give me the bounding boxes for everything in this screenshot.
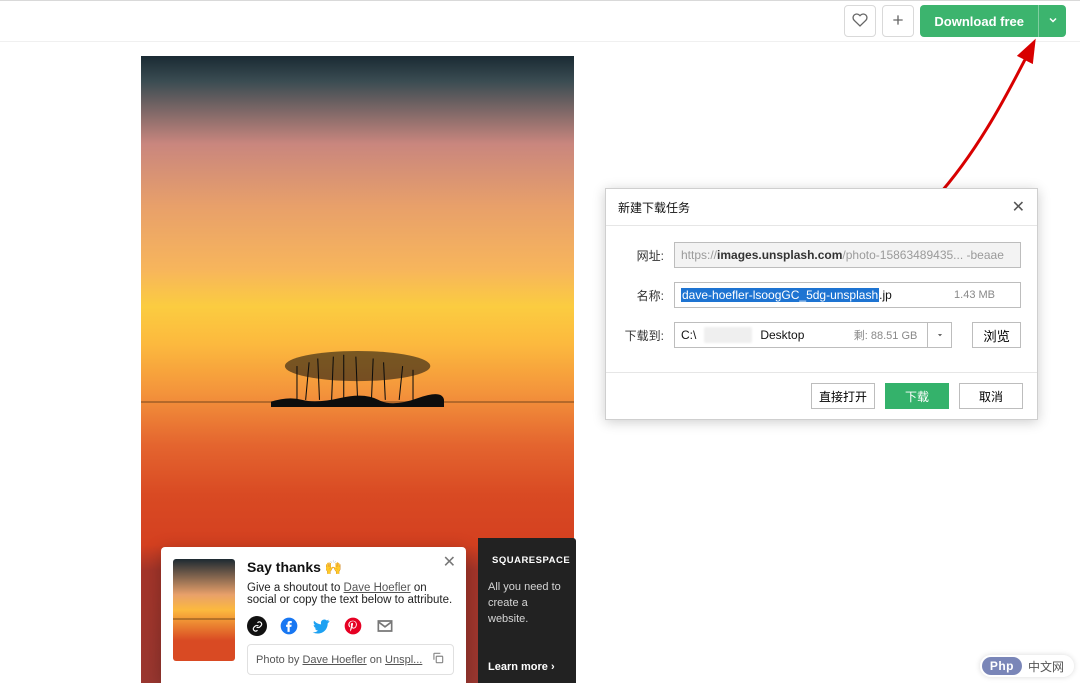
squarespace-tagline: All you need to create a website. — [488, 580, 566, 628]
url-label: 网址: — [622, 247, 664, 264]
photo-thumbnail — [173, 559, 235, 661]
redacted-path — [704, 327, 752, 343]
download-options-button[interactable] — [1038, 5, 1066, 37]
add-to-collection-button[interactable] — [882, 5, 914, 37]
download-confirm-button[interactable]: 下载 — [885, 383, 949, 409]
annotation-arrow-icon — [925, 34, 1045, 204]
path-history-dropdown[interactable] — [927, 323, 951, 347]
disk-remaining: 剩: 88.51 GB — [854, 327, 918, 343]
name-label: 名称: — [622, 287, 664, 304]
php-cn-watermark[interactable]: Php 中文网 — [980, 655, 1074, 677]
squarespace-logo: SQUARESPACE — [488, 554, 566, 566]
credit-author-link[interactable]: Dave Hoefler — [302, 654, 366, 666]
dialog-close-icon[interactable]: ✕ — [1012, 197, 1025, 217]
cancel-button[interactable]: 取消 — [959, 383, 1023, 409]
php-cn-label: 中文网 — [1028, 658, 1064, 675]
dialog-title: 新建下载任务 — [618, 199, 690, 216]
heart-icon — [852, 12, 868, 31]
email-icon[interactable] — [375, 616, 395, 636]
path-label: 下载到: — [622, 327, 664, 344]
credit-site-link[interactable]: Unspl... — [385, 654, 422, 666]
like-button[interactable] — [844, 5, 876, 37]
squarespace-cta[interactable]: Learn more › — [488, 661, 566, 673]
facebook-icon[interactable] — [279, 616, 299, 636]
author-link[interactable]: Dave Hoefler — [344, 582, 411, 594]
php-logo-icon: Php — [982, 657, 1022, 675]
open-directly-button[interactable]: 直接打开 — [811, 383, 875, 409]
close-icon[interactable]: ✕ — [443, 555, 456, 571]
file-size: 1.43 MB — [948, 289, 995, 301]
plus-icon — [890, 12, 906, 31]
thanks-title: Say thanks 🙌 — [247, 559, 454, 576]
thanks-text: Give a shoutout to Dave Hoefler on socia… — [247, 582, 454, 606]
pinterest-icon[interactable] — [343, 616, 363, 636]
browse-button[interactable]: 浏览 — [972, 322, 1021, 348]
link-icon[interactable] — [247, 616, 267, 636]
url-input[interactable]: https://images.unsplash.com/photo-158634… — [674, 242, 1021, 268]
say-thanks-card: ✕ Say thanks 🙌 Give a shoutout to Dave H… — [161, 547, 466, 683]
download-button[interactable]: Download free — [920, 5, 1038, 37]
top-toolbar: Download free — [0, 0, 1080, 42]
attribution-box[interactable]: Photo by Dave Hoefler on Unspl... — [247, 644, 454, 675]
island-silhouette — [271, 351, 444, 407]
twitter-icon[interactable] — [311, 616, 331, 636]
share-row — [247, 616, 454, 636]
filename-selection: dave-hoefler-lsoogGC_5dg-unsplash — [681, 288, 879, 302]
path-input[interactable]: C:\Desktop 剩: 88.51 GB — [674, 322, 952, 348]
squarespace-ad[interactable]: SQUARESPACE All you need to create a web… — [478, 538, 576, 683]
chevron-down-icon — [1047, 14, 1059, 29]
copy-icon[interactable] — [431, 651, 445, 668]
download-dialog: 新建下载任务 ✕ 网址: https://images.unsplash.com… — [605, 188, 1038, 420]
